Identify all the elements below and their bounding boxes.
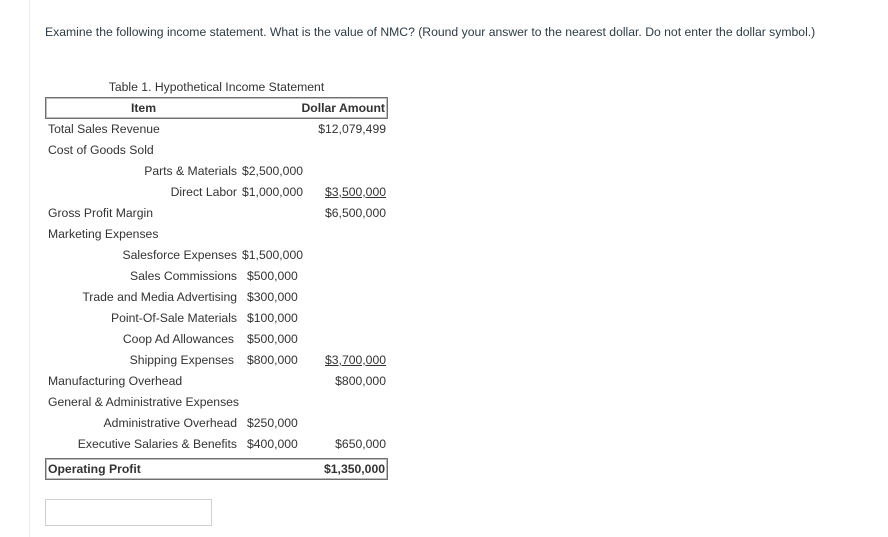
row-amount-subtotal: $3,500,000	[325, 185, 386, 199]
row-direct-labor: Direct Labor $1,000,000 $3,500,000	[45, 182, 388, 203]
row-subamount: $500,000	[247, 269, 298, 283]
row-subamount: $800,000	[247, 353, 298, 367]
total-label: Operating Profit	[48, 462, 141, 476]
row-cost-of-goods-sold: Cost of Goods Sold	[45, 140, 388, 161]
row-shipping-expenses: Shipping Expenses $800,000 $3,700,000	[45, 350, 388, 371]
row-label: Gross Profit Margin	[48, 206, 153, 220]
row-sublabel: Salesforce Expenses	[122, 248, 238, 262]
row-subamount: $1,500,000	[242, 248, 303, 262]
row-amount: $650,000	[335, 437, 386, 451]
header-item: Item	[130, 101, 157, 115]
row-general-administrative-expenses: General & Administrative Expenses	[45, 392, 388, 413]
total-amount: $1,350,000	[324, 462, 385, 476]
row-subamount: $500,000	[247, 332, 298, 346]
row-sublabel: Shipping Expenses	[129, 353, 234, 367]
row-point-of-sale-materials: Point-Of-Sale Materials $100,000	[45, 308, 388, 329]
row-amount: $6,500,000	[325, 206, 386, 220]
row-amount-subtotal: $3,700,000	[325, 353, 386, 367]
row-total-sales-revenue: Total Sales Revenue $12,079,499	[45, 119, 388, 140]
row-subamount: $300,000	[247, 290, 298, 304]
row-manufacturing-overhead: Manufacturing Overhead $800,000	[45, 371, 388, 392]
row-sublabel: Point-Of-Sale Materials	[111, 311, 237, 325]
row-sublabel: Parts & Materials	[144, 164, 237, 178]
row-sublabel: Trade and Media Advertising	[82, 290, 237, 304]
row-operating-profit: Operating Profit $1,350,000	[45, 458, 388, 480]
row-sublabel: Executive Salaries & Benefits	[77, 437, 237, 451]
row-subamount: $1,000,000	[242, 185, 303, 199]
row-sublabel: Coop Ad Allowances	[122, 332, 234, 346]
row-label: Marketing Expenses	[48, 227, 159, 241]
row-administrative-overhead: Administrative Overhead $250,000	[45, 413, 388, 434]
table-caption: Table 1. Hypothetical Income Statement	[108, 80, 325, 94]
row-parts-materials: Parts & Materials $2,500,000	[45, 161, 388, 182]
row-amount: $800,000	[335, 374, 386, 388]
row-label: General & Administrative Expenses	[48, 395, 240, 409]
table-header-row: Item Dollar Amount	[45, 97, 388, 119]
row-subamount: $100,000	[247, 311, 298, 325]
row-executive-salaries-benefits: Executive Salaries & Benefits $400,000 $…	[45, 434, 388, 455]
row-sublabel: Sales Commissions	[129, 269, 237, 283]
row-coop-ad-allowances: Coop Ad Allowances $500,000	[45, 329, 388, 350]
row-sales-commissions: Sales Commissions $500,000	[45, 266, 388, 287]
row-subamount: $250,000	[247, 416, 298, 430]
row-sublabel: Direct Labor	[170, 185, 237, 199]
row-trade-media-advertising: Trade and Media Advertising $300,000	[45, 287, 388, 308]
row-sublabel: Administrative Overhead	[103, 416, 237, 430]
row-subamount: $2,500,000	[242, 164, 303, 178]
row-gross-profit-margin: Gross Profit Margin $6,500,000	[45, 203, 388, 224]
row-subamount: $400,000	[247, 437, 298, 451]
row-label: Manufacturing Overhead	[48, 374, 183, 388]
row-salesforce-expenses: Salesforce Expenses $1,500,000	[45, 245, 388, 266]
answer-input[interactable]	[45, 499, 212, 526]
row-label: Cost of Goods Sold	[48, 143, 154, 157]
page-left-border	[29, 0, 30, 537]
row-amount: $12,079,499	[318, 122, 386, 136]
row-marketing-expenses: Marketing Expenses	[45, 224, 388, 245]
question-text: Examine the following income statement. …	[45, 25, 816, 39]
header-dollar-amount: Dollar Amount	[301, 101, 385, 115]
row-label: Total Sales Revenue	[48, 122, 160, 136]
